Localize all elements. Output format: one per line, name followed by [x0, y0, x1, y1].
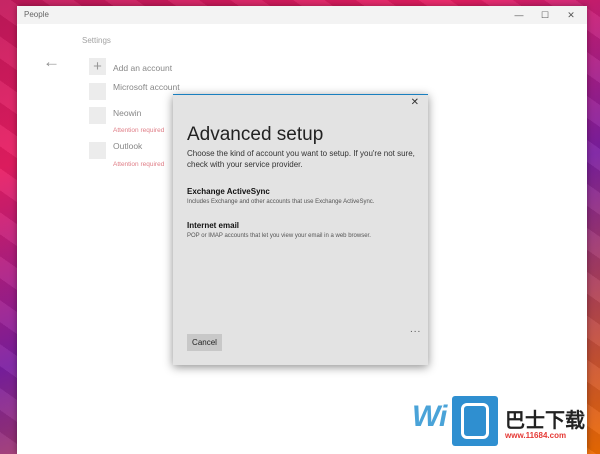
option-exchange-activesync[interactable]: Exchange ActiveSync — [187, 187, 270, 196]
option-internet-email-description: POP or IMAP accounts that let you view y… — [187, 233, 371, 239]
option-internet-email[interactable]: Internet email — [187, 221, 239, 230]
option-exchange-description: Includes Exchange and other accounts tha… — [187, 199, 375, 205]
more-options-icon[interactable]: ... — [410, 324, 421, 335]
dialog-close-icon[interactable]: ✕ — [411, 97, 419, 108]
watermark-url: www.11684.com — [505, 431, 567, 440]
app-title: People — [24, 10, 49, 19]
dialog-description: Choose the kind of account you want to s… — [187, 149, 415, 169]
watermark-text: Wi — [412, 400, 447, 433]
minimize-button[interactable]: — — [512, 9, 526, 21]
cancel-button[interactable]: Cancel — [187, 334, 222, 351]
title-bar: People — ☐ ✕ — [17, 6, 587, 24]
dialog-title: Advanced setup — [187, 124, 324, 145]
watermark-logo-icon — [452, 396, 498, 446]
watermark-chinese-text: 巴士下载 — [505, 410, 585, 432]
advanced-setup-dialog: ✕ Advanced setup Choose the kind of acco… — [173, 94, 428, 365]
maximize-button[interactable]: ☐ — [538, 9, 552, 21]
close-window-button[interactable]: ✕ — [564, 9, 578, 21]
